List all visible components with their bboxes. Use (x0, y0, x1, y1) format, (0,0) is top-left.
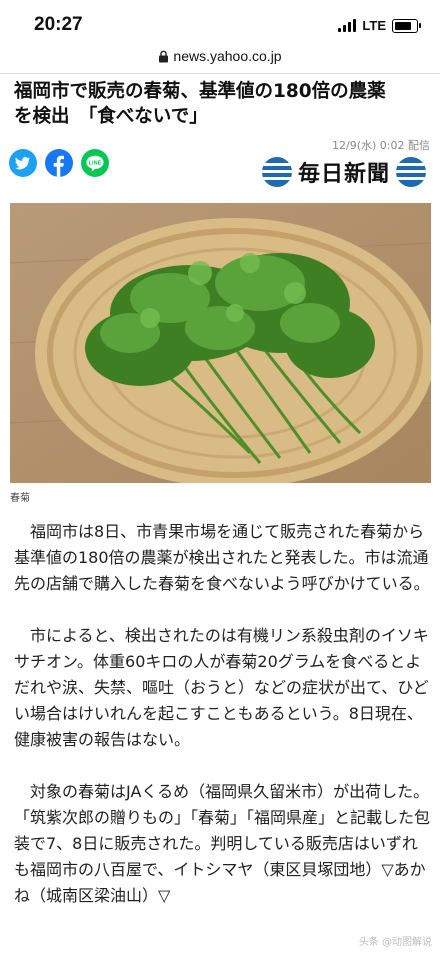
photo-caption: 春菊 (10, 493, 30, 504)
twitter-share-button[interactable] (9, 149, 37, 177)
twitter-icon (15, 157, 30, 170)
article-paragraph: 福岡市は8日、市青果市場を通じて販売された春菊から基準値の180倍の農薬が検出さ… (14, 522, 430, 593)
article-photo (10, 203, 431, 483)
status-indicators: LTE (338, 18, 421, 33)
divider (0, 73, 440, 74)
line-share-button[interactable]: LINE (81, 149, 109, 177)
article-title: 福岡市で販売の春菊、基準値の180倍の農薬 を検出 「食べないで」 (14, 81, 386, 127)
article-paragraph: 市によると、検出されたのは有機リン系殺虫剤のイソキサチオン。体重60キロの人が春… (14, 626, 429, 749)
watermark: 头条 @动图解说 (358, 937, 432, 948)
facebook-share-button[interactable] (45, 149, 73, 177)
address-bar[interactable]: news.yahoo.co.jp (0, 48, 440, 72)
publisher-name: 毎日新聞 (298, 161, 391, 187)
status-time: 20:27 (34, 14, 83, 35)
mainichi-globe-icon (262, 157, 292, 187)
battery-icon (392, 18, 421, 33)
publisher-logo: 毎日新聞 (262, 156, 427, 188)
line-icon: LINE (86, 155, 104, 172)
article-body: 福岡市は8日、市青果市場を通じて販売された春菊から基準値の180倍の農薬が検出さ… (14, 519, 432, 935)
network-type: LTE (362, 18, 386, 33)
facebook-icon (53, 155, 64, 177)
publish-date: 12/9(水) 0:02 配信 (332, 139, 430, 152)
signal-icon (338, 19, 357, 32)
status-bar: 20:27 LTE (0, 0, 440, 48)
url-text: news.yahoo.co.jp (173, 48, 282, 64)
mainichi-globe-icon (396, 157, 427, 187)
article-paragraph: 対象の春菊はJAくるめ（福岡県久留米市）が出荷した。「筑紫次郎の贈りもの」「春菊… (14, 782, 431, 905)
line-label: LINE (89, 161, 102, 167)
lock-icon (159, 50, 169, 63)
